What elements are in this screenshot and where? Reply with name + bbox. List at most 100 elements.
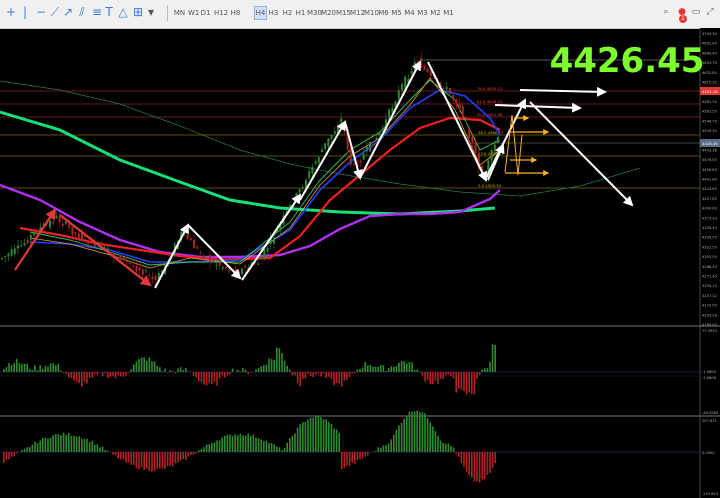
osc2-bar [338,432,340,452]
timeframe-h8[interactable]: H8 [229,7,242,19]
timeframe-w1[interactable]: W1 [188,7,199,19]
osc1-bar [481,369,483,372]
osc1-bar [281,353,283,372]
timeframe-m5[interactable]: M5 [391,7,402,19]
price-axis-label: 4373.33 [702,216,717,220]
osc2-bar [450,445,452,452]
candle [20,245,23,247]
timeframe-m20[interactable]: M20 [321,7,336,19]
osc1-bar [208,372,210,384]
osc1-bar [432,372,434,385]
timeframe-d1[interactable]: D1 [200,7,211,19]
osc2-bar [289,438,291,452]
tools-dropdown-icon[interactable]: ▾ [144,5,158,19]
timeframe-m3[interactable]: M3 [417,7,428,19]
osc2-bar [52,435,54,452]
osc2-bar [174,452,177,464]
osc1-bar [5,367,8,372]
osc1-bar [471,372,473,395]
osc1-bar [367,365,369,372]
osc2-bar [328,421,330,452]
layout-icon[interactable]: ⊞ [131,5,145,19]
osc2-axis-label: 207.611 [702,419,717,423]
timeframe-h12[interactable]: H12 [214,7,228,19]
trendline-icon[interactable]: ⟋ [48,5,62,19]
osc2-bar [26,447,28,452]
osc1-bar [143,357,145,372]
osc2-bar [185,452,187,461]
timeframe-m6[interactable]: M6 [378,7,389,19]
candle [445,87,448,89]
timeframe-h1[interactable]: H1 [295,7,306,19]
osc2-bar [192,452,195,455]
candle [452,95,455,100]
timeframe-m10[interactable]: M10 [364,7,379,19]
candle [77,233,80,239]
horizontal-line-icon[interactable]: − [34,5,48,19]
timeframe-m4[interactable]: M4 [404,7,415,19]
osc1-bar [52,363,54,372]
osc2-bar [86,438,88,452]
candle [132,265,135,267]
osc2-bar [88,442,91,452]
osc1-bar [169,370,171,372]
current-price-overlay: 4426.45 [550,41,705,81]
timeframe-m12[interactable]: M12 [350,7,365,19]
vertical-line-icon[interactable]: | [18,5,32,19]
osc2-bar [148,452,151,472]
timeframe-m15[interactable]: M15 [336,7,351,19]
osc2-bar [442,442,444,452]
price-chart[interactable]: 4704.304691.854669.404653.704632.804615.… [0,28,720,498]
osc1-bar [211,372,213,385]
osc2-bar [265,440,268,452]
timeframe-m1[interactable]: M1 [443,7,454,19]
osc1-bar [413,369,416,372]
ray-icon[interactable]: ↗ [61,5,75,19]
trend-arrow [494,102,582,113]
osc2-bar [13,452,15,456]
osc2-bar [10,452,13,457]
crosshair-icon[interactable]: + [4,5,18,19]
notification-badge[interactable]: 1 [679,15,687,23]
osc1-bar [294,372,296,376]
fib-level-label: 61.8 4626.03 [477,99,503,104]
timeframe-m2[interactable]: M2 [430,7,441,19]
text-icon[interactable]: T [102,5,116,19]
shapes-icon[interactable]: △ [116,5,130,19]
osc1-bar [36,370,39,372]
osc2-bar [60,435,62,452]
osc1-bar [312,372,314,377]
candle [401,84,403,91]
expand-icon[interactable]: ⤢ [704,6,716,18]
osc1-bar [439,372,442,379]
osc2-bar [377,447,379,452]
candle [13,248,16,254]
fib-level-label: 76.4 4655.21 [477,86,503,91]
osc1-bar [382,365,385,372]
timeframe-h4[interactable]: H4 [254,6,267,20]
timeframe-h3[interactable]: H3 [268,7,279,19]
osc1-bar [195,372,197,378]
candle [490,150,493,161]
osc1-bar [356,369,359,372]
osc2-bar [81,438,83,452]
osc2-bar [374,451,377,452]
osc1-bar [31,370,34,372]
ema-10-green [29,79,501,266]
osc2-bar [426,418,429,452]
candle [61,223,64,226]
timeframe-h2[interactable]: H2 [282,7,293,19]
osc1-bar [489,361,491,372]
osc2-bar [263,441,265,452]
osc2-bar [172,452,174,467]
candle [7,253,10,257]
osc1-bar [192,372,195,377]
timeframe-mn[interactable]: MN [173,7,186,19]
chat-icon[interactable]: ▭ [690,6,702,18]
osc2-bar [486,452,489,475]
osc1-axis-label: -3.8808 [702,376,717,380]
channel-icon[interactable]: ⫽ [75,5,89,19]
timeframe-m30[interactable]: M30 [307,7,322,19]
osc2-bar [198,450,200,452]
search-icon[interactable]: ⌕ [660,6,672,18]
